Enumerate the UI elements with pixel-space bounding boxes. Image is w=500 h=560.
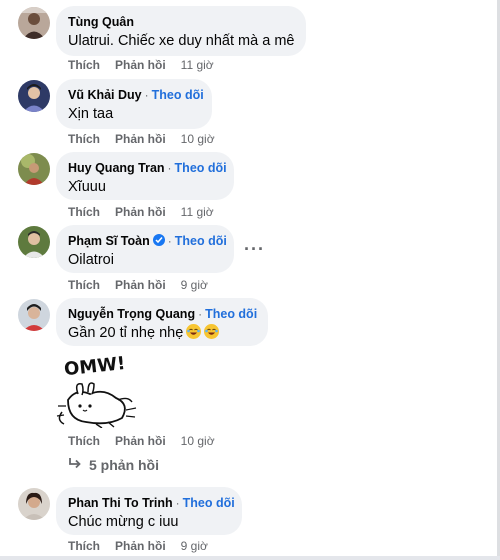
timestamp[interactable]: 11 giờ xyxy=(181,205,214,219)
follow-button[interactable]: Theo dõi xyxy=(183,496,235,510)
comment-text: Gần 20 tỉ nhẹ nhẹ xyxy=(68,325,184,341)
avatar[interactable] xyxy=(18,226,50,258)
like-button[interactable]: Thích xyxy=(68,539,100,553)
comment-text: Ulatrui. Chiếc xe duy nhất mà a mê xyxy=(68,33,295,49)
verified-badge-icon xyxy=(152,234,165,246)
like-button[interactable]: Thích xyxy=(68,434,100,448)
like-button[interactable]: Thích xyxy=(68,58,100,72)
comment-bubble: Tùng Quân Ulatrui. Chiếc xe duy nhất mà … xyxy=(56,6,306,56)
reply-button[interactable]: Phản hồi xyxy=(115,539,166,553)
reply-button[interactable]: Phản hồi xyxy=(115,278,166,292)
comment-bubble: Nguyễn Trọng Quang · Theo dõi Gần 20 tỉ nh… xyxy=(56,298,268,346)
comment-actions: Thích Phản hồi 11 giờ xyxy=(68,58,229,72)
author-name[interactable]: Huy Quang Tran xyxy=(68,161,165,175)
timestamp[interactable]: 11 giờ xyxy=(181,58,214,72)
comment-text: Chúc mừng c iuu xyxy=(68,514,179,530)
author-name[interactable]: Phạm Sĩ Toàn xyxy=(68,234,150,248)
comment-text: Xịn taa xyxy=(68,106,114,122)
follow-button[interactable]: Theo dõi xyxy=(175,161,227,175)
avatar[interactable] xyxy=(18,80,50,112)
author-name[interactable]: Nguyễn Trọng Quang xyxy=(68,307,195,321)
avatar[interactable] xyxy=(18,299,50,331)
reply-arrow-icon xyxy=(68,457,82,473)
author-name[interactable]: Vũ Khải Duy xyxy=(68,88,142,102)
avatar[interactable] xyxy=(18,7,50,39)
comment-bubble: Huy Quang Tran · Theo dõi Xĩuuu xyxy=(56,152,234,200)
like-button[interactable]: Thích xyxy=(68,132,100,146)
like-button[interactable]: Thích xyxy=(68,205,100,219)
comment-actions: Thích Phản hồi 9 giờ xyxy=(68,539,223,553)
follow-button[interactable]: Theo dõi xyxy=(205,307,257,321)
avatar[interactable] xyxy=(18,488,50,520)
comment-actions: Thích Phản hồi 11 giờ xyxy=(68,205,229,219)
reply-button[interactable]: Phản hồi xyxy=(115,434,166,448)
timestamp[interactable]: 9 giờ xyxy=(181,539,208,553)
comment-bubble: Vũ Khải Duy · Theo dõi Xịn taa xyxy=(56,79,212,129)
sticker-caption: OMW! xyxy=(63,353,126,380)
bottom-divider xyxy=(0,556,500,560)
comment-bubble: Phan Thi To Trinh · Theo dõi Chúc mừng c i… xyxy=(56,487,242,535)
comment-actions: Thích Phản hồi 10 giờ xyxy=(68,434,230,448)
author-name[interactable]: Phan Thi To Trinh xyxy=(68,496,173,510)
comment-text: Xĩuuu xyxy=(68,179,106,195)
timestamp[interactable]: 10 giờ xyxy=(181,132,215,146)
like-button[interactable]: Thích xyxy=(68,278,100,292)
comment-bubble: Phạm Sĩ Toàn · Theo dõi Oilatroi xyxy=(56,225,234,273)
laughing-emoji-icon xyxy=(204,324,220,339)
more-options-icon[interactable]: ··· xyxy=(244,240,265,258)
follow-button[interactable]: Theo dõi xyxy=(175,234,227,248)
author-name[interactable]: Tùng Quân xyxy=(68,15,134,29)
timestamp[interactable]: 10 giờ xyxy=(181,434,215,448)
laughing-emoji-icon xyxy=(186,324,202,339)
comment-actions: Thích Phản hồi 9 giờ xyxy=(68,278,223,292)
comment-text: Oilatroi xyxy=(68,252,114,268)
avatar[interactable] xyxy=(18,153,50,185)
timestamp[interactable]: 9 giờ xyxy=(181,278,208,292)
view-replies-button[interactable]: 5 phản hồi xyxy=(68,457,159,473)
sticker-image[interactable]: OMW! xyxy=(56,350,138,433)
replies-count[interactable]: 5 phản hồi xyxy=(89,457,159,473)
reply-button[interactable]: Phản hồi xyxy=(115,205,166,219)
comment-actions: Thích Phản hồi 10 giờ xyxy=(68,132,230,146)
reply-button[interactable]: Phản hồi xyxy=(115,58,166,72)
reply-button[interactable]: Phản hồi xyxy=(115,132,166,146)
follow-button[interactable]: Theo dõi xyxy=(152,88,204,102)
